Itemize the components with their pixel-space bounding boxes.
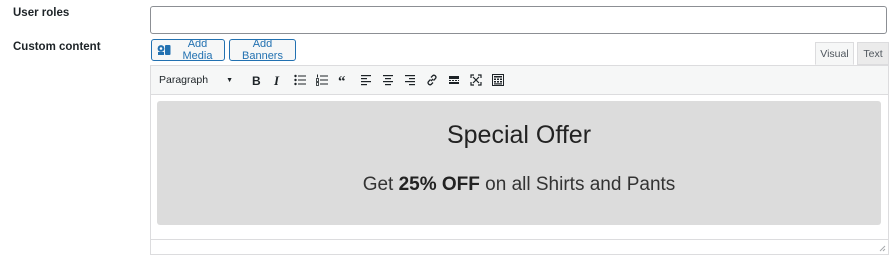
add-media-button[interactable]: Add Media [151,38,225,62]
editor-toolbar: Paragraph ▼ B I “ [151,66,888,95]
user-roles-input[interactable] [150,6,887,34]
offer-text: Get 25% OFF on all Shirts and Pants [157,174,881,196]
tab-text[interactable]: Text [857,42,889,65]
add-banners-button[interactable]: Add Banners [229,38,296,62]
italic-icon[interactable]: I [267,70,289,90]
insert-link-icon[interactable] [421,70,443,90]
paragraph-format-select[interactable]: Paragraph ▼ [157,70,237,90]
toolbar-toggle-icon[interactable] [487,70,509,90]
rich-text-editor: Paragraph ▼ B I “ Special Offer Get 25% … [150,65,889,255]
offer-text-prefix: Get [362,174,399,195]
svg-text:“: “ [338,74,346,86]
numbered-list-icon[interactable] [311,70,333,90]
bold-icon[interactable]: B [245,70,267,90]
custom-content-label: Custom content [13,41,101,53]
fullscreen-icon[interactable] [465,70,487,90]
blockquote-icon[interactable]: “ [333,70,355,90]
add-media-label: Add Media [182,38,213,62]
align-center-icon[interactable] [377,70,399,90]
editor-content-area[interactable]: Special Offer Get 25% OFF on all Shirts … [157,101,881,225]
offer-discount: 25% OFF [398,174,480,195]
offer-heading: Special Offer [446,121,592,149]
editor-status-bar [151,239,888,254]
user-roles-label: User roles [13,7,70,19]
format-select-value: Paragraph [159,74,209,86]
media-icon [157,44,172,56]
align-right-icon[interactable] [399,70,421,90]
add-banners-label: Add Banners [242,38,283,62]
resize-handle-icon[interactable] [878,244,886,252]
read-more-icon[interactable] [443,70,465,90]
svg-text:B: B [252,74,261,86]
tab-visual[interactable]: Visual [815,42,854,65]
bulleted-list-icon[interactable] [289,70,311,90]
chevron-down-icon: ▼ [226,76,233,84]
offer-text-suffix: on all Shirts and Pants [479,174,676,195]
align-left-icon[interactable] [355,70,377,90]
svg-text:I: I [273,74,280,86]
